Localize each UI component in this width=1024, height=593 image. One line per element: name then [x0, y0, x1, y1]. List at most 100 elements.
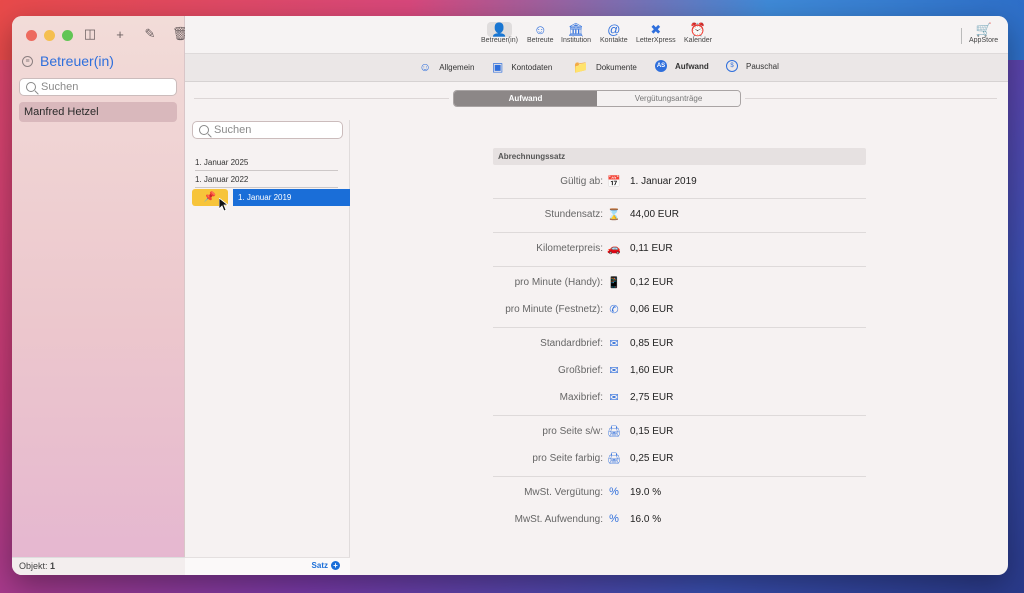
list-item[interactable]: 1. Januar 2025 [195, 158, 248, 167]
sidebar-footer: Objekt: 1 [12, 557, 185, 575]
field-label: Stundensatz: [544, 209, 603, 220]
field-seite-farbig: pro Seite farbig: 🖨 0,25 EUR [493, 449, 866, 469]
building-icon: 🏛 [567, 22, 585, 37]
sidebar-toggle-icon[interactable]: ◫ [82, 26, 98, 42]
tab-label: Kontodaten [511, 62, 553, 72]
toolbar-kontakte[interactable]: @ Kontakte [600, 22, 628, 44]
add-satz-button[interactable]: Satz + [312, 561, 340, 570]
satz-label: Satz [311, 561, 328, 570]
plus-circle-icon: + [331, 561, 340, 570]
tab-kontodaten[interactable]: ▣ Kontodaten [492, 60, 552, 74]
minimize-window-button[interactable] [44, 30, 55, 41]
sidebar: ◫ + ✎ 🗑 ≡ Betreuer(in) Suchen Manfred He… [12, 16, 189, 575]
percent-icon: % [609, 513, 619, 525]
toolbar-separator [961, 28, 962, 44]
sub-tab-bar: ☺ Allgemein ▣ Kontodaten 📁 Dokumente AS … [185, 54, 1008, 82]
field-minute-festnetz: pro Minute (Festnetz): ✆ 0,06 EUR [493, 300, 866, 320]
field-minute-handy: pro Minute (Handy): 📱 0,12 EUR [493, 273, 866, 293]
field-value[interactable]: 1. Januar 2019 [630, 176, 697, 187]
toolbar-betreute[interactable]: ☺ Betreute [527, 22, 553, 44]
tab-pauschal[interactable]: $ Pauschal [726, 60, 779, 72]
search-icon [199, 125, 209, 135]
toolbar-betreuer[interactable]: 👤 Betreuer(in) [481, 22, 518, 44]
tab-label: Aufwand [675, 61, 709, 71]
field-maxibrief: Maxibrief: ✉ 2,75 EUR [493, 388, 866, 408]
edit-icon[interactable]: ✎ [142, 26, 158, 42]
envelope-icon: ✉ [609, 392, 619, 404]
add-icon[interactable]: + [112, 27, 128, 42]
toolbar-appstore[interactable]: 🛒 AppStore [969, 22, 998, 44]
divider [745, 98, 997, 99]
tab-label: Dokumente [595, 62, 637, 72]
sidebar-title: Betreuer(in) [40, 53, 114, 69]
field-value[interactable]: 44,00 EUR [630, 209, 679, 220]
field-value[interactable]: 0,12 EUR [630, 277, 673, 288]
field-value[interactable]: 16.0 % [630, 514, 661, 525]
toolbar-letterxpress[interactable]: ✖ LetterXpress [636, 22, 676, 44]
divider [493, 476, 866, 477]
list-search-input[interactable]: Suchen [192, 121, 343, 139]
tab-aufwand[interactable]: AS Aufwand [655, 60, 709, 72]
main-toolbar: 👤 Betreuer(in) ☺ Betreute 🏛 Institution … [185, 16, 1008, 54]
field-value[interactable]: 1,60 EUR [630, 365, 673, 376]
card-icon: ▣ [492, 60, 504, 74]
sidebar-item-manfred-hetzel[interactable]: Manfred Hetzel [19, 102, 177, 122]
tab-allgemein[interactable]: ☺ Allgemein [419, 60, 474, 74]
field-mwst-aufwendung: MwSt. Aufwendung: % 16.0 % [493, 510, 866, 530]
list-item-selected[interactable]: 1. Januar 2019 [233, 189, 350, 206]
close-window-button[interactable] [26, 30, 37, 41]
segment-aufwand[interactable]: Aufwand [454, 91, 597, 106]
segment-verguetungsantraege[interactable]: Vergütungsanträge [597, 91, 740, 106]
toolbar-label: Institution [561, 37, 591, 44]
phone-icon: ✆ [609, 304, 619, 316]
field-label: Kilometerpreis: [536, 243, 603, 254]
divider [195, 170, 338, 171]
field-value[interactable]: 2,75 EUR [630, 392, 673, 403]
field-value[interactable]: 0,06 EUR [630, 304, 673, 315]
field-mwst-verguetung: MwSt. Vergütung: % 19.0 % [493, 483, 866, 503]
object-count-label: Objekt: [19, 561, 48, 571]
field-standardbrief: Standardbrief: ✉ 0,85 EUR [493, 334, 866, 354]
hourglass-icon: ⌛ [607, 209, 621, 221]
toolbar-label: LetterXpress [636, 37, 676, 44]
sidebar-tools: ◫ + ✎ 🗑 [82, 26, 189, 42]
sidebar-search-placeholder: Suchen [41, 81, 79, 93]
section-header-abrechnungssatz: Abrechnungssatz [493, 148, 866, 165]
list-search-placeholder: Suchen [214, 124, 252, 136]
field-kilometerpreis: Kilometerpreis: 🚗 0,11 EUR [493, 239, 866, 259]
alarm-icon: ⏰ [689, 22, 707, 37]
toolbar-kalender[interactable]: ⏰ Kalender [684, 22, 712, 44]
field-label: Maxibrief: [559, 392, 603, 403]
field-value[interactable]: 0,11 EUR [630, 243, 673, 254]
mouse-cursor [219, 198, 228, 212]
at-icon: @ [607, 22, 621, 37]
field-value[interactable]: 19.0 % [630, 487, 661, 498]
field-label: pro Minute (Handy): [514, 277, 603, 288]
zoom-window-button[interactable] [62, 30, 73, 41]
person-icon: ☺ [419, 60, 432, 74]
toolbar-institution[interactable]: 🏛 Institution [561, 22, 591, 44]
field-value[interactable]: 0,85 EUR [630, 338, 673, 349]
field-label: Gültig ab: [560, 176, 603, 187]
field-label: Großbrief: [557, 365, 603, 376]
field-label: MwSt. Vergütung: [524, 487, 603, 498]
field-value[interactable]: 0,25 EUR [630, 453, 673, 464]
envelope-icon: ✉ [609, 365, 619, 377]
calendar-icon[interactable]: 📅 [607, 175, 621, 188]
tab-dokumente[interactable]: 📁 Dokumente [573, 60, 637, 74]
envelope-icon: ✉ [609, 338, 619, 350]
tab-label: Pauschal [746, 61, 779, 71]
divider [493, 232, 866, 233]
field-label: pro Seite farbig: [532, 453, 603, 464]
toolbar-label: Kontakte [600, 37, 628, 44]
divider [493, 198, 866, 199]
sidebar-header: ≡ Betreuer(in) [22, 53, 114, 69]
field-stundensatz: Stundensatz: ⌛ 44,00 EUR [493, 205, 866, 225]
letterxpress-icon: ✖ [650, 22, 662, 37]
sidebar-search-input[interactable]: Suchen [19, 78, 177, 96]
list-item[interactable]: 1. Januar 2022 [195, 175, 248, 184]
field-label: MwSt. Aufwendung: [514, 514, 603, 525]
field-value[interactable]: 0,15 EUR [630, 426, 673, 437]
list-footer: Satz + [185, 557, 350, 575]
filter-icon[interactable]: ≡ [22, 55, 33, 67]
